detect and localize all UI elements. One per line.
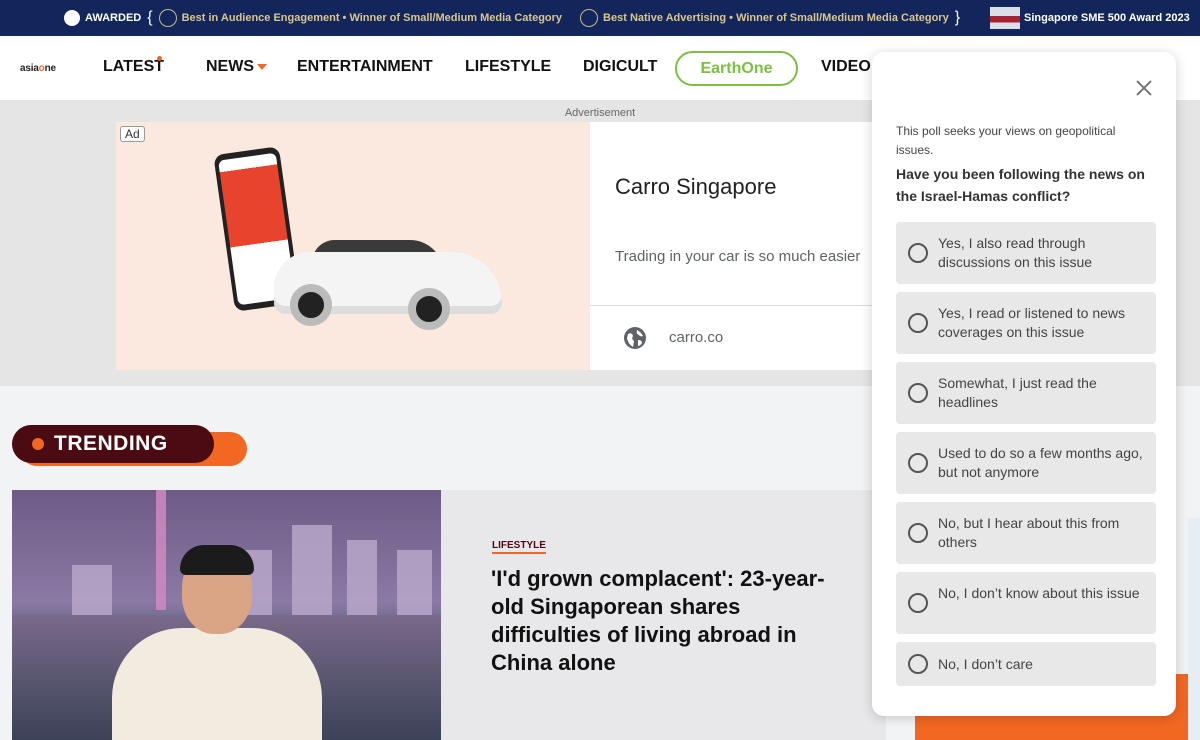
close-icon[interactable] xyxy=(1134,78,1154,98)
building xyxy=(347,540,377,620)
poll-question: Have you been following the news on the … xyxy=(896,166,1145,204)
trending-label: TRENDING xyxy=(54,432,168,455)
logo-text-asia: asia xyxy=(20,63,39,74)
award-text-3: Singapore SME 500 Award 2023 xyxy=(1024,12,1190,24)
article-headline[interactable]: 'I'd grown complacent': 23-year-old Sing… xyxy=(491,565,836,677)
article-photo[interactable] xyxy=(12,490,441,740)
person-hair xyxy=(180,545,254,575)
poll-option-label: No, I don’t care xyxy=(938,656,1033,672)
award-badge-icon xyxy=(64,10,80,26)
chevron-down-icon xyxy=(257,63,267,70)
poll-modal: This poll seeks your views on geopolitic… xyxy=(872,52,1176,716)
building xyxy=(397,550,432,620)
ad-tag: Ad xyxy=(120,126,145,142)
ad-description: Trading in your car is so much easier xyxy=(615,248,861,265)
radio-icon[interactable] xyxy=(908,523,928,543)
person-jacket xyxy=(112,628,322,740)
nav-item-lifestyle[interactable]: LIFESTYLE xyxy=(465,58,551,76)
trending-dot-icon xyxy=(32,438,44,450)
poll-option-label: Used to do so a few months ago, but not … xyxy=(938,445,1143,480)
tower-illustration xyxy=(156,490,166,610)
nav-label: LIFESTYLE xyxy=(465,58,552,75)
ad-image[interactable]: Ad xyxy=(116,122,590,370)
sme500-logo-icon xyxy=(990,7,1021,29)
award-text-1: Best in Audience Engagement • Winner of … xyxy=(181,12,563,24)
poll-option[interactable]: Yes, I read or listened to news coverage… xyxy=(896,292,1156,354)
awarded-label: AWARDED xyxy=(85,12,142,24)
poll-intro: This poll seeks your views on geopolitic… xyxy=(896,124,1116,157)
ad-unit[interactable]: Ad Carro Singapore Trading in your car i… xyxy=(116,122,876,370)
right-edge-panel xyxy=(1188,518,1200,740)
poll-option[interactable]: No, I don’t know about this issue xyxy=(896,572,1156,634)
nav-item-earthone[interactable]: EarthOne xyxy=(675,51,798,86)
awards-bar: AWARDED { Best in Audience Engagement • … xyxy=(0,0,1200,36)
nav-label: ENTERTAINMENT xyxy=(297,58,433,75)
poll-option-label: No, I don’t know about this issue xyxy=(938,585,1140,601)
award-text-2: Best Native Advertising • Winner of Smal… xyxy=(603,12,949,24)
award-seal-icon xyxy=(580,9,599,27)
radio-icon[interactable] xyxy=(908,654,928,674)
poll-option-label: Yes, I read or listened to news coverage… xyxy=(938,305,1126,340)
poll-option[interactable]: Somewhat, I just read the headlines xyxy=(896,362,1156,424)
poll-option-label: No, but I hear about this from others xyxy=(938,515,1120,550)
award-seal-icon xyxy=(158,9,177,27)
radio-icon[interactable] xyxy=(908,243,928,263)
nav-item-entertainment[interactable]: ENTERTAINMENT xyxy=(297,58,433,76)
nav-label: LATEST xyxy=(103,58,165,75)
nav-label: NEWS xyxy=(206,58,254,75)
poll-option[interactable]: Yes, I also read through discussions on … xyxy=(896,222,1156,284)
poll-option-label: Yes, I also read through discussions on … xyxy=(938,235,1093,270)
poll-option[interactable]: No, I don’t care xyxy=(896,642,1156,686)
nav-item-digicult[interactable]: DIGICULT xyxy=(583,58,657,76)
nav-item-news[interactable]: NEWS xyxy=(206,58,267,76)
new-indicator-dot xyxy=(157,56,162,61)
car-wheel xyxy=(408,288,450,330)
car-wheel xyxy=(290,284,332,326)
radio-icon[interactable] xyxy=(908,383,928,403)
radio-icon[interactable] xyxy=(908,453,928,473)
brace-close: } xyxy=(954,9,961,26)
poll-option-label: Somewhat, I just read the headlines xyxy=(938,375,1097,410)
radio-icon[interactable] xyxy=(908,313,928,333)
trending-header: TRENDING xyxy=(12,425,214,463)
ad-divider xyxy=(590,305,876,306)
building xyxy=(72,565,112,620)
nav-label: EarthOne xyxy=(700,59,773,77)
logo-text-ne: ne xyxy=(44,63,56,74)
trending-article[interactable]: LIFESTYLE 'I'd grown complacent': 23-yea… xyxy=(12,490,886,740)
article-category[interactable]: LIFESTYLE xyxy=(492,540,546,554)
asiaone-logo[interactable]: asiaone xyxy=(20,63,56,74)
brace-open: { xyxy=(147,9,153,26)
ad-url[interactable]: carro.co xyxy=(669,329,723,346)
globe-icon xyxy=(624,327,646,349)
poll-option[interactable]: Used to do so a few months ago, but not … xyxy=(896,432,1156,494)
nav-label: VIDEO xyxy=(821,58,871,75)
building xyxy=(292,525,332,620)
ad-title[interactable]: Carro Singapore xyxy=(615,174,776,200)
nav-item-video[interactable]: VIDEO xyxy=(821,58,871,76)
poll-option[interactable]: No, but I hear about this from others xyxy=(896,502,1156,564)
nav-item-latest[interactable]: LATEST xyxy=(103,58,164,76)
nav-label: DIGICULT xyxy=(583,58,658,75)
radio-icon[interactable] xyxy=(908,593,928,613)
